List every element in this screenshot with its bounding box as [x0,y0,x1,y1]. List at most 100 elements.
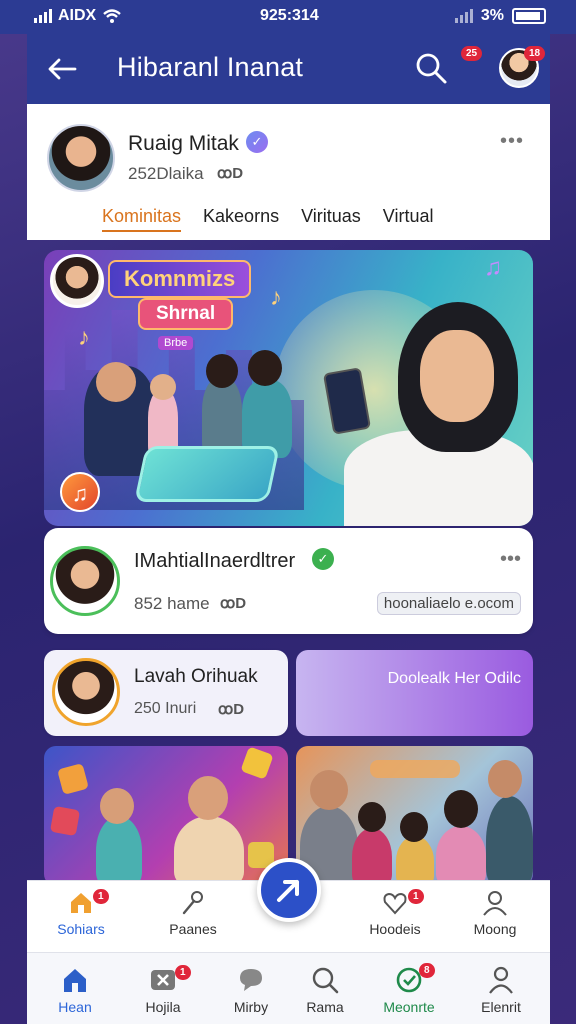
neon-sign [370,760,460,778]
music-cube-icon [57,763,89,795]
chat-bubble-icon [240,969,262,991]
wifi-icon [103,9,122,23]
woman-figure [396,836,434,886]
tab-label: Hean [58,999,92,1015]
profile-avatar[interactable] [47,124,115,192]
tab-badge: 1 [175,965,191,980]
heart-icon [383,892,407,915]
battery-percent: 3% [480,7,504,24]
hero-avatar[interactable] [50,254,104,308]
back-arrow-icon[interactable] [45,52,79,86]
nav-label: Sohiars [57,921,105,937]
person-head [96,362,136,402]
post-card[interactable]: IMahtialInaerdltrer ✓ 852 hame ꝏD ••• ho… [44,528,533,634]
nav-paanes[interactable]: Paanes [153,889,233,937]
tab-rama[interactable]: Rama [285,965,365,1015]
post-avatar[interactable] [50,546,120,616]
hero-sign-small: Brbe [158,336,194,350]
verified-check-icon: ✓ [312,548,334,570]
hijab-woman-face [420,330,494,422]
tab-label: Rama [306,999,344,1015]
tab-mirby[interactable]: Mirby [211,965,291,1015]
tab-label: Meonrte [383,999,435,1015]
status-right: 3% [454,7,546,25]
search-icon [312,967,339,994]
profile-tabs: Kominitas Kakeorns Virituas Virtual [102,206,433,232]
profile-name: Ruaig Mitak [128,132,239,155]
app-bar: Hibaranl Inanat 25 18 [27,34,550,104]
woman-head [358,802,386,832]
profile-subtitle: 252Dlaika [128,164,204,183]
man-figure [174,816,244,886]
music-note-icon: ♫ [484,254,502,281]
tab-label: Hojila [145,999,181,1015]
post-mini-icons: ꝏD [220,595,247,612]
status-left: AIDX [34,7,122,25]
small-card-mini-icons: ꝏD [218,701,245,718]
thumbnail-right[interactable] [296,746,533,886]
child-head [150,374,176,400]
hero-sign-middle: Shrnal [138,298,234,330]
profile-mini-icons: ꝏD [217,165,244,182]
tab-virituas[interactable]: Virituas [301,206,361,232]
thumbnail-left[interactable] [44,746,288,886]
man-head [188,776,228,820]
create-post-button[interactable] [257,858,321,922]
promo-card[interactable]: Doolealk Her Odilc [296,650,533,736]
nav-label: Paanes [169,921,217,937]
nav-sohiars[interactable]: Sohiars [41,889,121,937]
tab-hojila[interactable]: Hojila [123,965,203,1015]
small-profile-card[interactable]: Lavah Orihuak 250 Inuri ꝏD [44,650,288,736]
tab-elenrit[interactable]: Elenrit [461,965,541,1015]
promo-text: Doolealk Her Odilc [387,670,521,687]
more-options-icon[interactable]: ••• [500,130,524,153]
small-card-name: Lavah Orihuak [134,666,258,687]
woman-figure [436,826,486,886]
woman-head [206,354,238,388]
tab-kominitas[interactable]: Kominitas [102,206,182,232]
close-box-icon [151,970,175,990]
tab-badge: 8 [419,963,435,978]
post-link[interactable]: hoonaliaelo e.ocom [376,592,521,615]
status-time: 925:314 [260,7,319,24]
tab-meonrte[interactable]: Meonrte [369,965,449,1015]
hero-banner[interactable]: Komnmizs Shrnal Brbe ♪ ♫ ♪ ♫ [44,250,533,526]
home-icon [71,893,91,913]
woman-head [400,812,428,842]
profile-icon [483,891,507,916]
microphone-icon [182,891,203,915]
woman-figure [352,828,392,886]
post-subtitle: 852 hame [134,594,210,613]
tab-virtual[interactable]: Virtual [383,206,434,232]
status-bar: AIDX 925:314 3% [0,0,576,34]
tab-kakeorns[interactable]: Kakeorns [203,206,279,232]
verified-badge-icon: ✓ [246,131,268,153]
small-card-avatar[interactable] [52,658,120,726]
small-card-subtitle: 250 Inuri [134,700,197,717]
music-badge-icon[interactable]: ♫ [60,472,100,512]
question-cube-icon [240,746,274,780]
tab-hean[interactable]: Hean [35,965,115,1015]
battery-icon [512,8,546,24]
music-cube-icon [49,805,81,837]
tab-label: Mirby [233,999,269,1015]
search-badge: 25 [461,46,483,61]
nav-label: Hoodeis [369,921,421,937]
cell-signal-icon [454,9,473,23]
profile-card: Ruaig Mitak ✓ 252Dlaika ꝏD ••• Kominitas… [27,104,550,240]
nav-label: Moong [473,921,517,937]
nav-moong[interactable]: Moong [455,889,535,937]
music-note-icon: ♪ [270,284,282,311]
post-more-icon[interactable]: ••• [500,548,521,571]
man-head [310,770,348,810]
man-figure [486,796,533,886]
carrier-label: AIDX [58,7,97,24]
man-head [488,760,522,798]
tablet-device [134,446,280,502]
nav-badge: 1 [408,889,424,904]
tab-label: Elenrit [481,999,521,1015]
app-title: Hibaranl Inanat [117,52,304,82]
tab-bar: Hean Hojila 1 Mirby Rama Meonrte 8 Elenr… [27,952,550,1024]
post-author-name: IMahtialInaerdltrer [134,550,296,572]
search-icon[interactable] [413,50,449,86]
